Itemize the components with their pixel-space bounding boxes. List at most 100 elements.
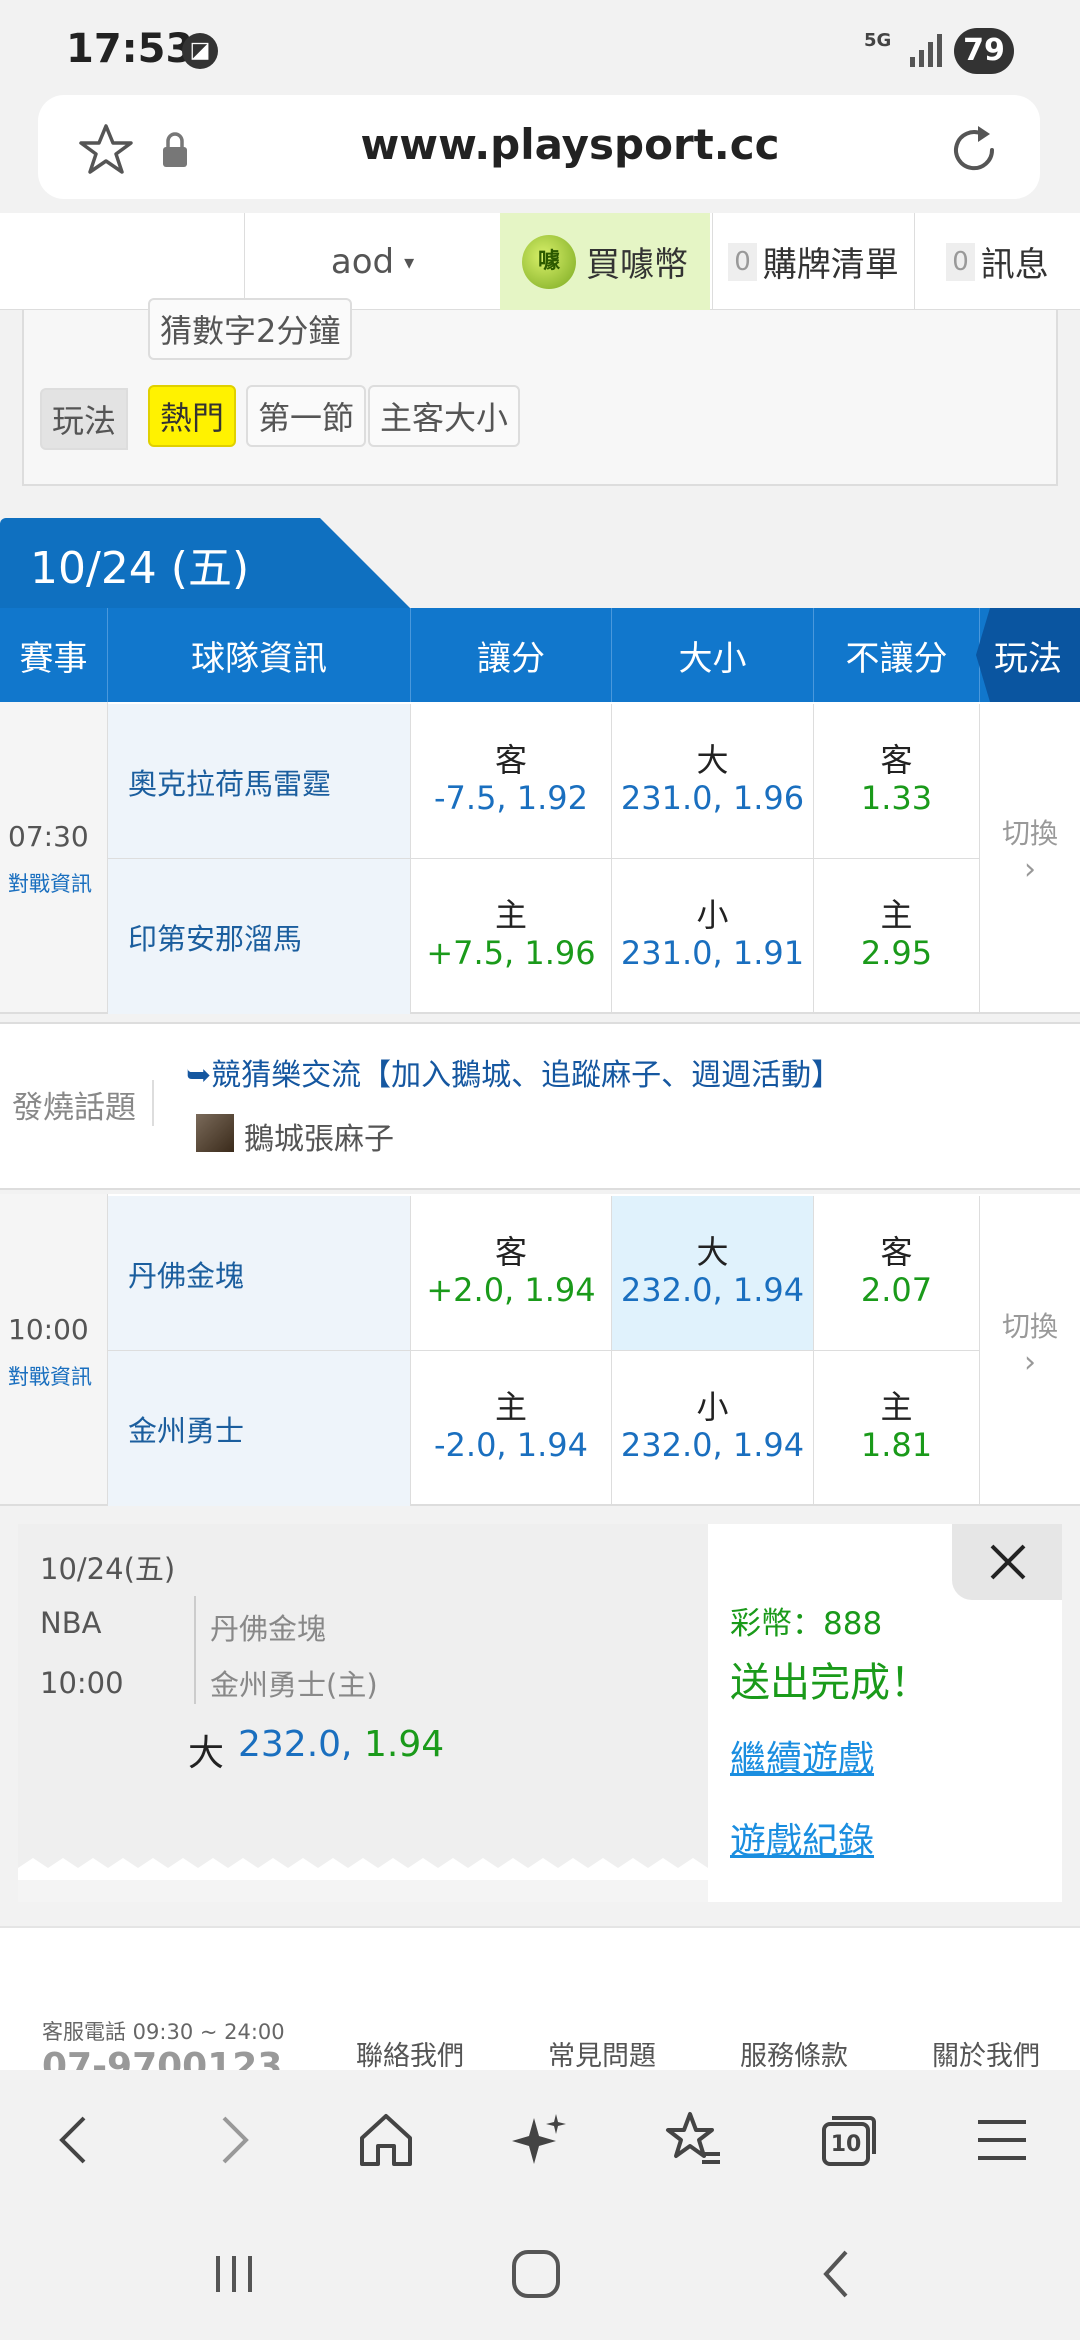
filter-chip-first-quarter[interactable]: 第一節 [246, 385, 367, 447]
chevron-right-icon: › [1024, 852, 1036, 887]
ml-value: 1.81 [860, 1426, 933, 1464]
moneyline-home-odds[interactable]: 主 2.95 [814, 859, 980, 1014]
bet-pick-odds: 1.94 [364, 1724, 445, 1765]
close-button[interactable] [952, 1524, 1062, 1600]
tabs-button[interactable]: 10 [816, 2108, 880, 2172]
url-text[interactable]: www.playsport.cc [200, 120, 940, 169]
ou-value: 231.0, 1.96 [620, 779, 805, 817]
username: aod [330, 241, 395, 282]
chevron-right-icon: › [1024, 1345, 1036, 1380]
matchup-info-link[interactable]: 對戰資訊 [8, 1361, 92, 1391]
continue-game-link[interactable]: 繼續遊戲 [730, 1730, 874, 1782]
footer-link-about[interactable]: 關於我們 [932, 2034, 1040, 2073]
game-chip-guess-number[interactable]: 猜數字2分鐘 [148, 298, 353, 360]
filter-chip-hot[interactable]: 熱門 [148, 385, 237, 447]
bookmark-star-icon[interactable] [78, 122, 134, 178]
ticket-edge [18, 1858, 708, 1880]
switch-label: 切換 [1001, 1310, 1058, 1343]
site-header: aod ▾ 噱 買噱幣 0 購牌清單 0 訊息 [0, 213, 1080, 310]
service-hours: 客服電話 09:30 ~ 24:00 [42, 2020, 285, 2044]
ou-side-label: 小 [696, 896, 729, 934]
moneyline-away-odds[interactable]: 客 1.33 [814, 704, 980, 859]
buy-coins-label: 買噱幣 [586, 245, 688, 285]
team-name-home[interactable]: 印第安那溜馬 [108, 859, 411, 1014]
spread-home-odds[interactable]: 主 -2.0, 1.94 [411, 1351, 612, 1506]
filter-chip-home-away-ou[interactable]: 主客大小 [368, 385, 521, 447]
over-odds[interactable]: 大 231.0, 1.96 [612, 704, 814, 859]
spread-away-odds[interactable]: 客 +2.0, 1.94 [411, 1196, 612, 1351]
spread-value: -2.0, 1.94 [433, 1426, 589, 1464]
divider [152, 1080, 154, 1126]
chevron-down-icon: ▾ [404, 249, 415, 274]
menu-icon[interactable] [970, 2108, 1034, 2172]
moneyline-home-odds[interactable]: 主 1.81 [814, 1351, 980, 1506]
cart-button[interactable]: 0 購牌清單 [712, 213, 914, 310]
header-spread: 讓分 [411, 608, 612, 702]
date-tab-label: 10/24 (五) [30, 543, 250, 594]
lock-icon [163, 132, 187, 167]
spread-value: +7.5, 1.96 [426, 934, 596, 972]
hot-topic-link[interactable]: ➥競猜樂交流【加入鵝城、追蹤麻子、週週活動】 [186, 1050, 841, 1094]
signal-icon [910, 34, 942, 67]
switch-button[interactable]: 切換 › [980, 1305, 1080, 1380]
ou-side-label: 小 [696, 1388, 729, 1426]
footer-link-terms[interactable]: 服務條款 [740, 2034, 848, 2073]
home-icon[interactable] [354, 2108, 418, 2172]
ou-side-label: 大 [696, 1233, 729, 1271]
spread-side-label: 客 [494, 741, 527, 779]
buy-coins-button[interactable]: 噱 買噱幣 [500, 213, 710, 310]
reload-icon[interactable] [944, 120, 1004, 180]
sparkle-icon[interactable] [508, 2108, 572, 2172]
ml-side-label: 客 [880, 1233, 913, 1271]
header-team-info: 球隊資訊 [108, 608, 411, 702]
ou-value: 232.0, 1.94 [620, 1426, 805, 1464]
status-time: 17:53 [66, 26, 194, 72]
bookmarks-icon[interactable] [662, 2108, 726, 2172]
spread-home-odds[interactable]: 主 +7.5, 1.96 [411, 859, 612, 1014]
service-phone[interactable]: 07-9700123 [42, 2046, 282, 2072]
hot-topic-banner [0, 1022, 1080, 1190]
tabs-count: 10 [830, 2132, 862, 2157]
back-arrow-icon[interactable] [44, 2108, 108, 2172]
team-name-away[interactable]: 奧克拉荷馬雷霆 [108, 704, 411, 859]
bet-time: 10:00 [40, 1666, 124, 1700]
messages-button[interactable]: 0 訊息 [914, 213, 1080, 310]
switch-button[interactable]: 切換 › [980, 812, 1080, 887]
network-type: 5G [864, 30, 892, 51]
bet-away-team: 丹佛金塊 [210, 1612, 327, 1646]
matchup-info-link[interactable]: 對戰資訊 [8, 868, 92, 898]
header-play-type-tab[interactable]: 玩法 [976, 608, 1080, 702]
hot-topic-label: 發燒話題 [12, 1090, 136, 1126]
footer-link-faq[interactable]: 常見問題 [548, 2034, 656, 2073]
avatar [196, 1114, 234, 1152]
battery-level: 79 [954, 28, 1014, 74]
game-history-link[interactable]: 遊戲紀錄 [730, 1812, 874, 1864]
recent-apps-icon[interactable] [204, 2244, 264, 2304]
bet-league: NBA [40, 1606, 102, 1640]
home-button-icon[interactable] [506, 2244, 566, 2304]
team-name-home[interactable]: 金州勇士 [108, 1351, 411, 1506]
header-match: 賽事 [0, 608, 108, 702]
cart-label: 購牌清單 [762, 245, 899, 285]
spread-away-odds[interactable]: 客 -7.5, 1.92 [411, 704, 612, 859]
moneyline-away-odds[interactable]: 客 2.07 [814, 1196, 980, 1351]
ml-side-label: 主 [880, 896, 913, 934]
under-odds[interactable]: 小 232.0, 1.94 [612, 1351, 814, 1506]
over-odds-selected[interactable]: 大 232.0, 1.94 [612, 1196, 814, 1351]
close-icon [990, 1544, 1026, 1580]
ml-value: 2.07 [860, 1271, 933, 1309]
system-back-icon[interactable] [808, 2244, 868, 2304]
topic-author[interactable]: 鵝城張麻子 [244, 1114, 394, 1158]
under-odds[interactable]: 小 231.0, 1.91 [612, 859, 814, 1014]
team-name-away[interactable]: 丹佛金塊 [108, 1196, 411, 1351]
ml-side-label: 主 [880, 1388, 913, 1426]
game-time: 10:00 [8, 1313, 89, 1346]
user-menu-dropdown[interactable]: aod ▾ [244, 213, 500, 310]
spread-side-label: 主 [494, 896, 527, 934]
bet-date: 10/24(五) [40, 1552, 176, 1586]
messages-label: 訊息 [980, 245, 1049, 285]
footer-link-contact[interactable]: 聯絡我們 [356, 2034, 464, 2073]
forward-arrow-icon[interactable] [200, 2108, 264, 2172]
divider [194, 1596, 196, 1704]
ml-value: 2.95 [860, 934, 933, 972]
